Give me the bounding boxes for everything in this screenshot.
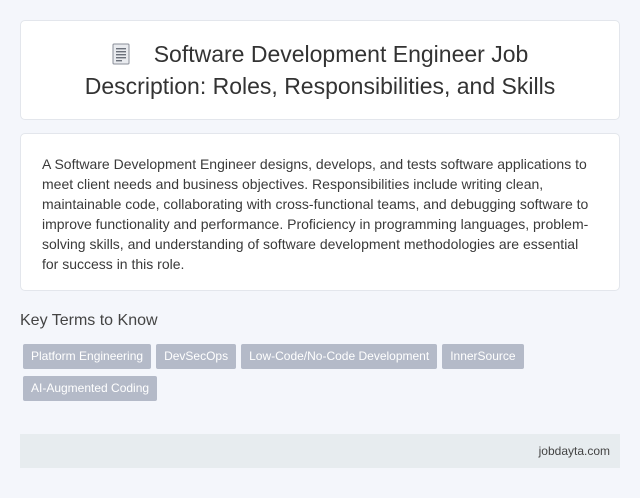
title-card: Software Development Engineer Job Descri…: [20, 20, 620, 120]
page: Software Development Engineer Job Descri…: [0, 0, 640, 498]
description-card: A Software Development Engineer designs,…: [20, 133, 620, 291]
page-title-text: Software Development Engineer Job Descri…: [84, 40, 556, 99]
document-icon: [112, 43, 130, 72]
footer: jobdayta.com: [20, 434, 620, 468]
term-tag[interactable]: InnerSource: [442, 344, 524, 369]
job-description: A Software Development Engineer designs,…: [42, 156, 589, 272]
footer-site-link[interactable]: jobdayta.com: [539, 444, 610, 458]
key-terms-list: Platform Engineering DevSecOps Low-Code/No…: [23, 344, 583, 408]
key-terms-heading: Key Terms to Know: [20, 312, 158, 329]
term-tag[interactable]: Low-Code/No-Code Development: [241, 344, 438, 369]
term-tag[interactable]: DevSecOps: [156, 344, 237, 369]
page-title: Software Development Engineer Job Descri…: [61, 40, 579, 101]
term-tag[interactable]: Platform Engineering: [23, 344, 152, 369]
term-tag[interactable]: AI-Augmented Coding: [23, 376, 158, 401]
